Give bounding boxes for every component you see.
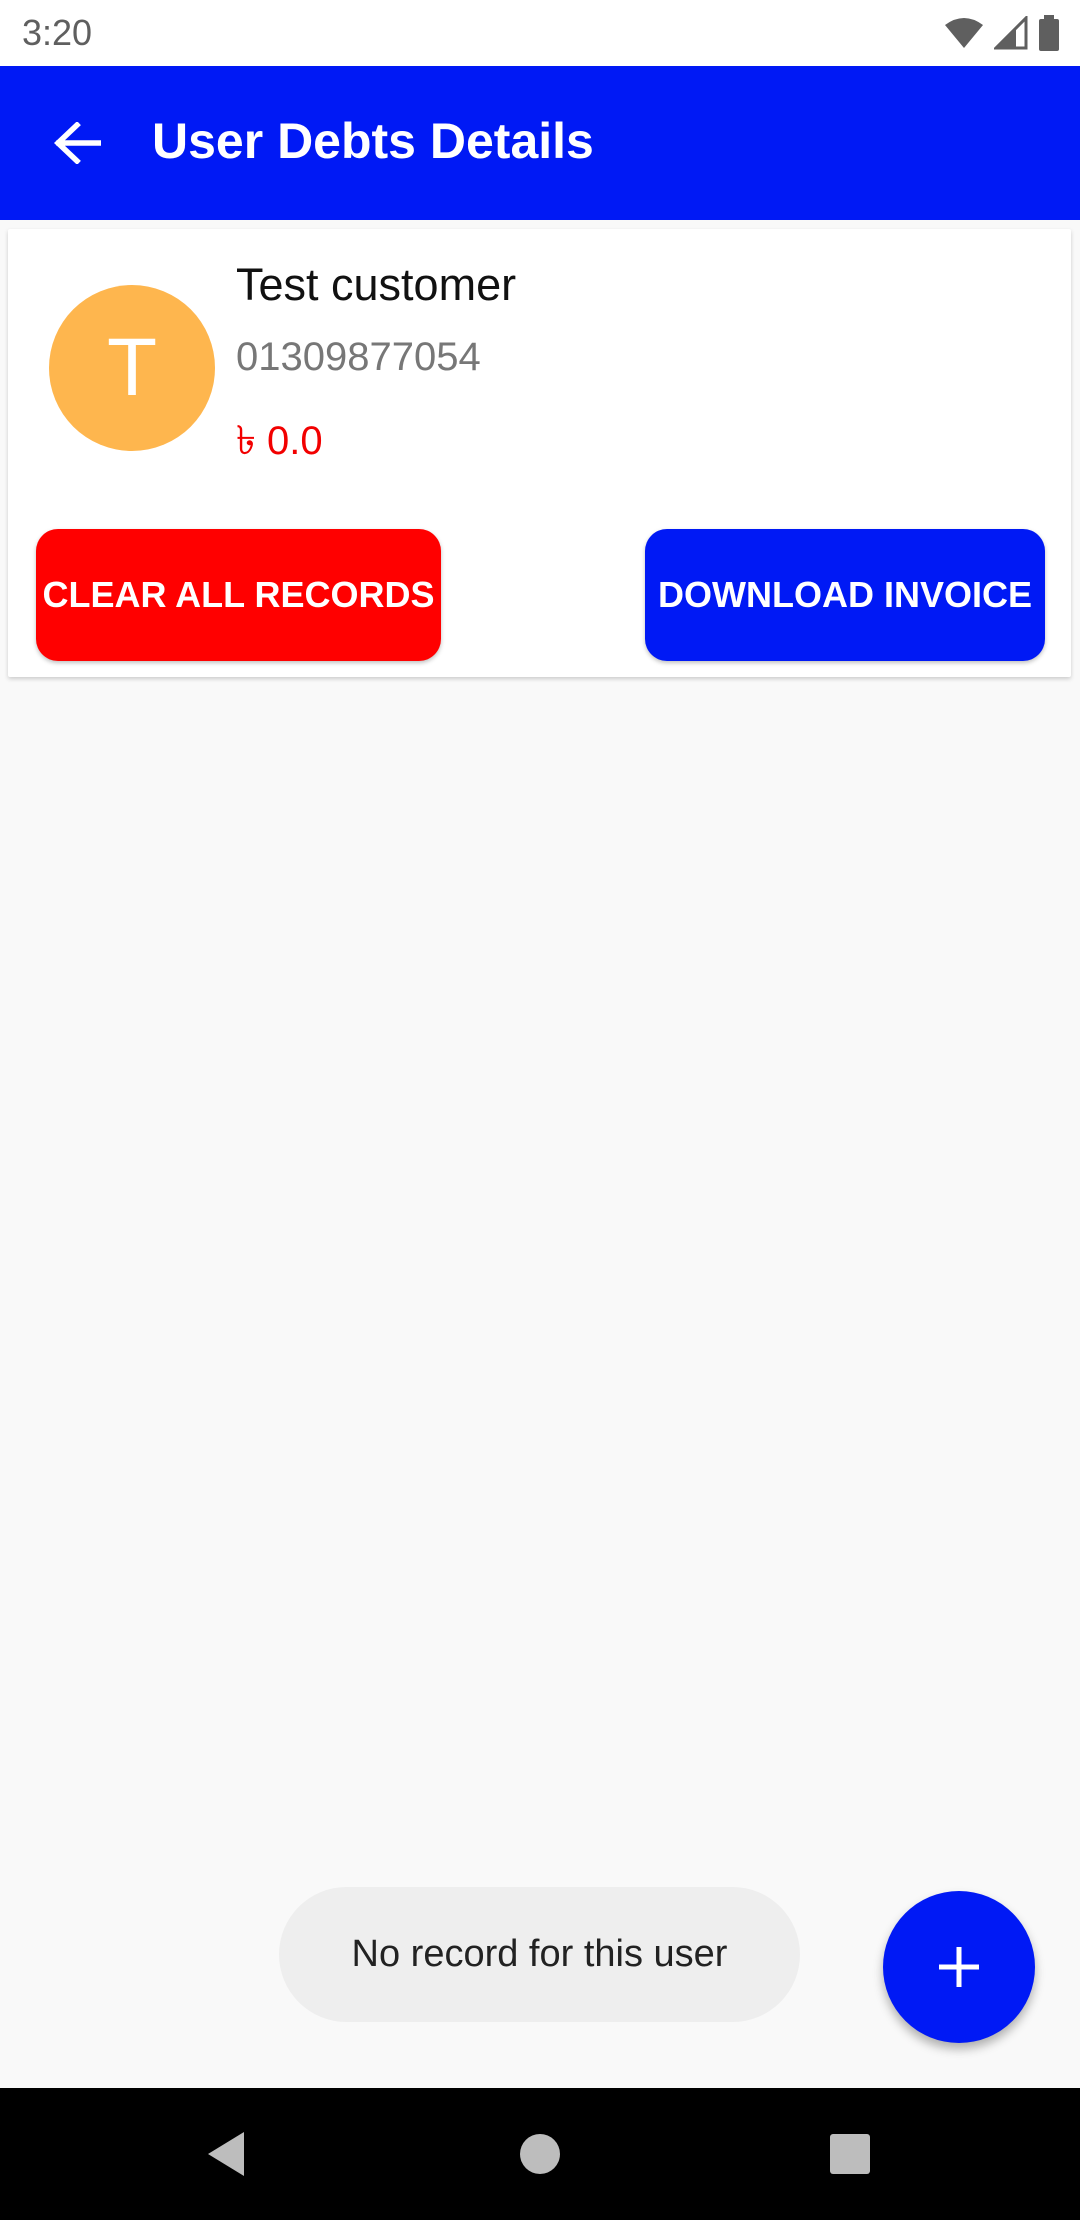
arrow-left-icon [54,122,101,164]
recents-square-icon [830,2134,870,2174]
page-title: User Debts Details [152,113,594,169]
clear-all-records-button[interactable]: CLEAR ALL RECORDS [36,529,441,661]
toast-message: No record for this user [279,1887,800,2022]
system-nav-bar [0,2088,1080,2220]
status-icons [944,14,1060,52]
customer-debt-amount: ৳ 0.0 [236,419,323,463]
nav-home-button[interactable] [480,2088,600,2220]
customer-name: Test customer [236,259,517,310]
status-bar: 3:20 [0,0,1080,66]
home-circle-icon [520,2134,560,2174]
wifi-icon [945,18,983,48]
customer-card: T Test customer 01309877054 ৳ 0.0 CLEAR … [8,229,1071,677]
nav-back-button[interactable] [166,2088,286,2220]
add-record-button[interactable] [883,1891,1035,2043]
download-invoice-button[interactable]: DOWNLOAD INVOICE [645,529,1045,661]
back-triangle-icon [208,2132,244,2176]
app-bar: User Debts Details [0,66,1080,220]
customer-phone: 01309877054 [236,335,481,379]
battery-icon [1039,15,1059,51]
nav-recents-button[interactable] [790,2088,910,2220]
avatar: T [49,285,215,451]
plus-icon [939,1947,979,1987]
cell-signal-icon [994,16,1028,50]
status-time: 3:20 [22,12,93,53]
back-button[interactable] [40,110,114,176]
